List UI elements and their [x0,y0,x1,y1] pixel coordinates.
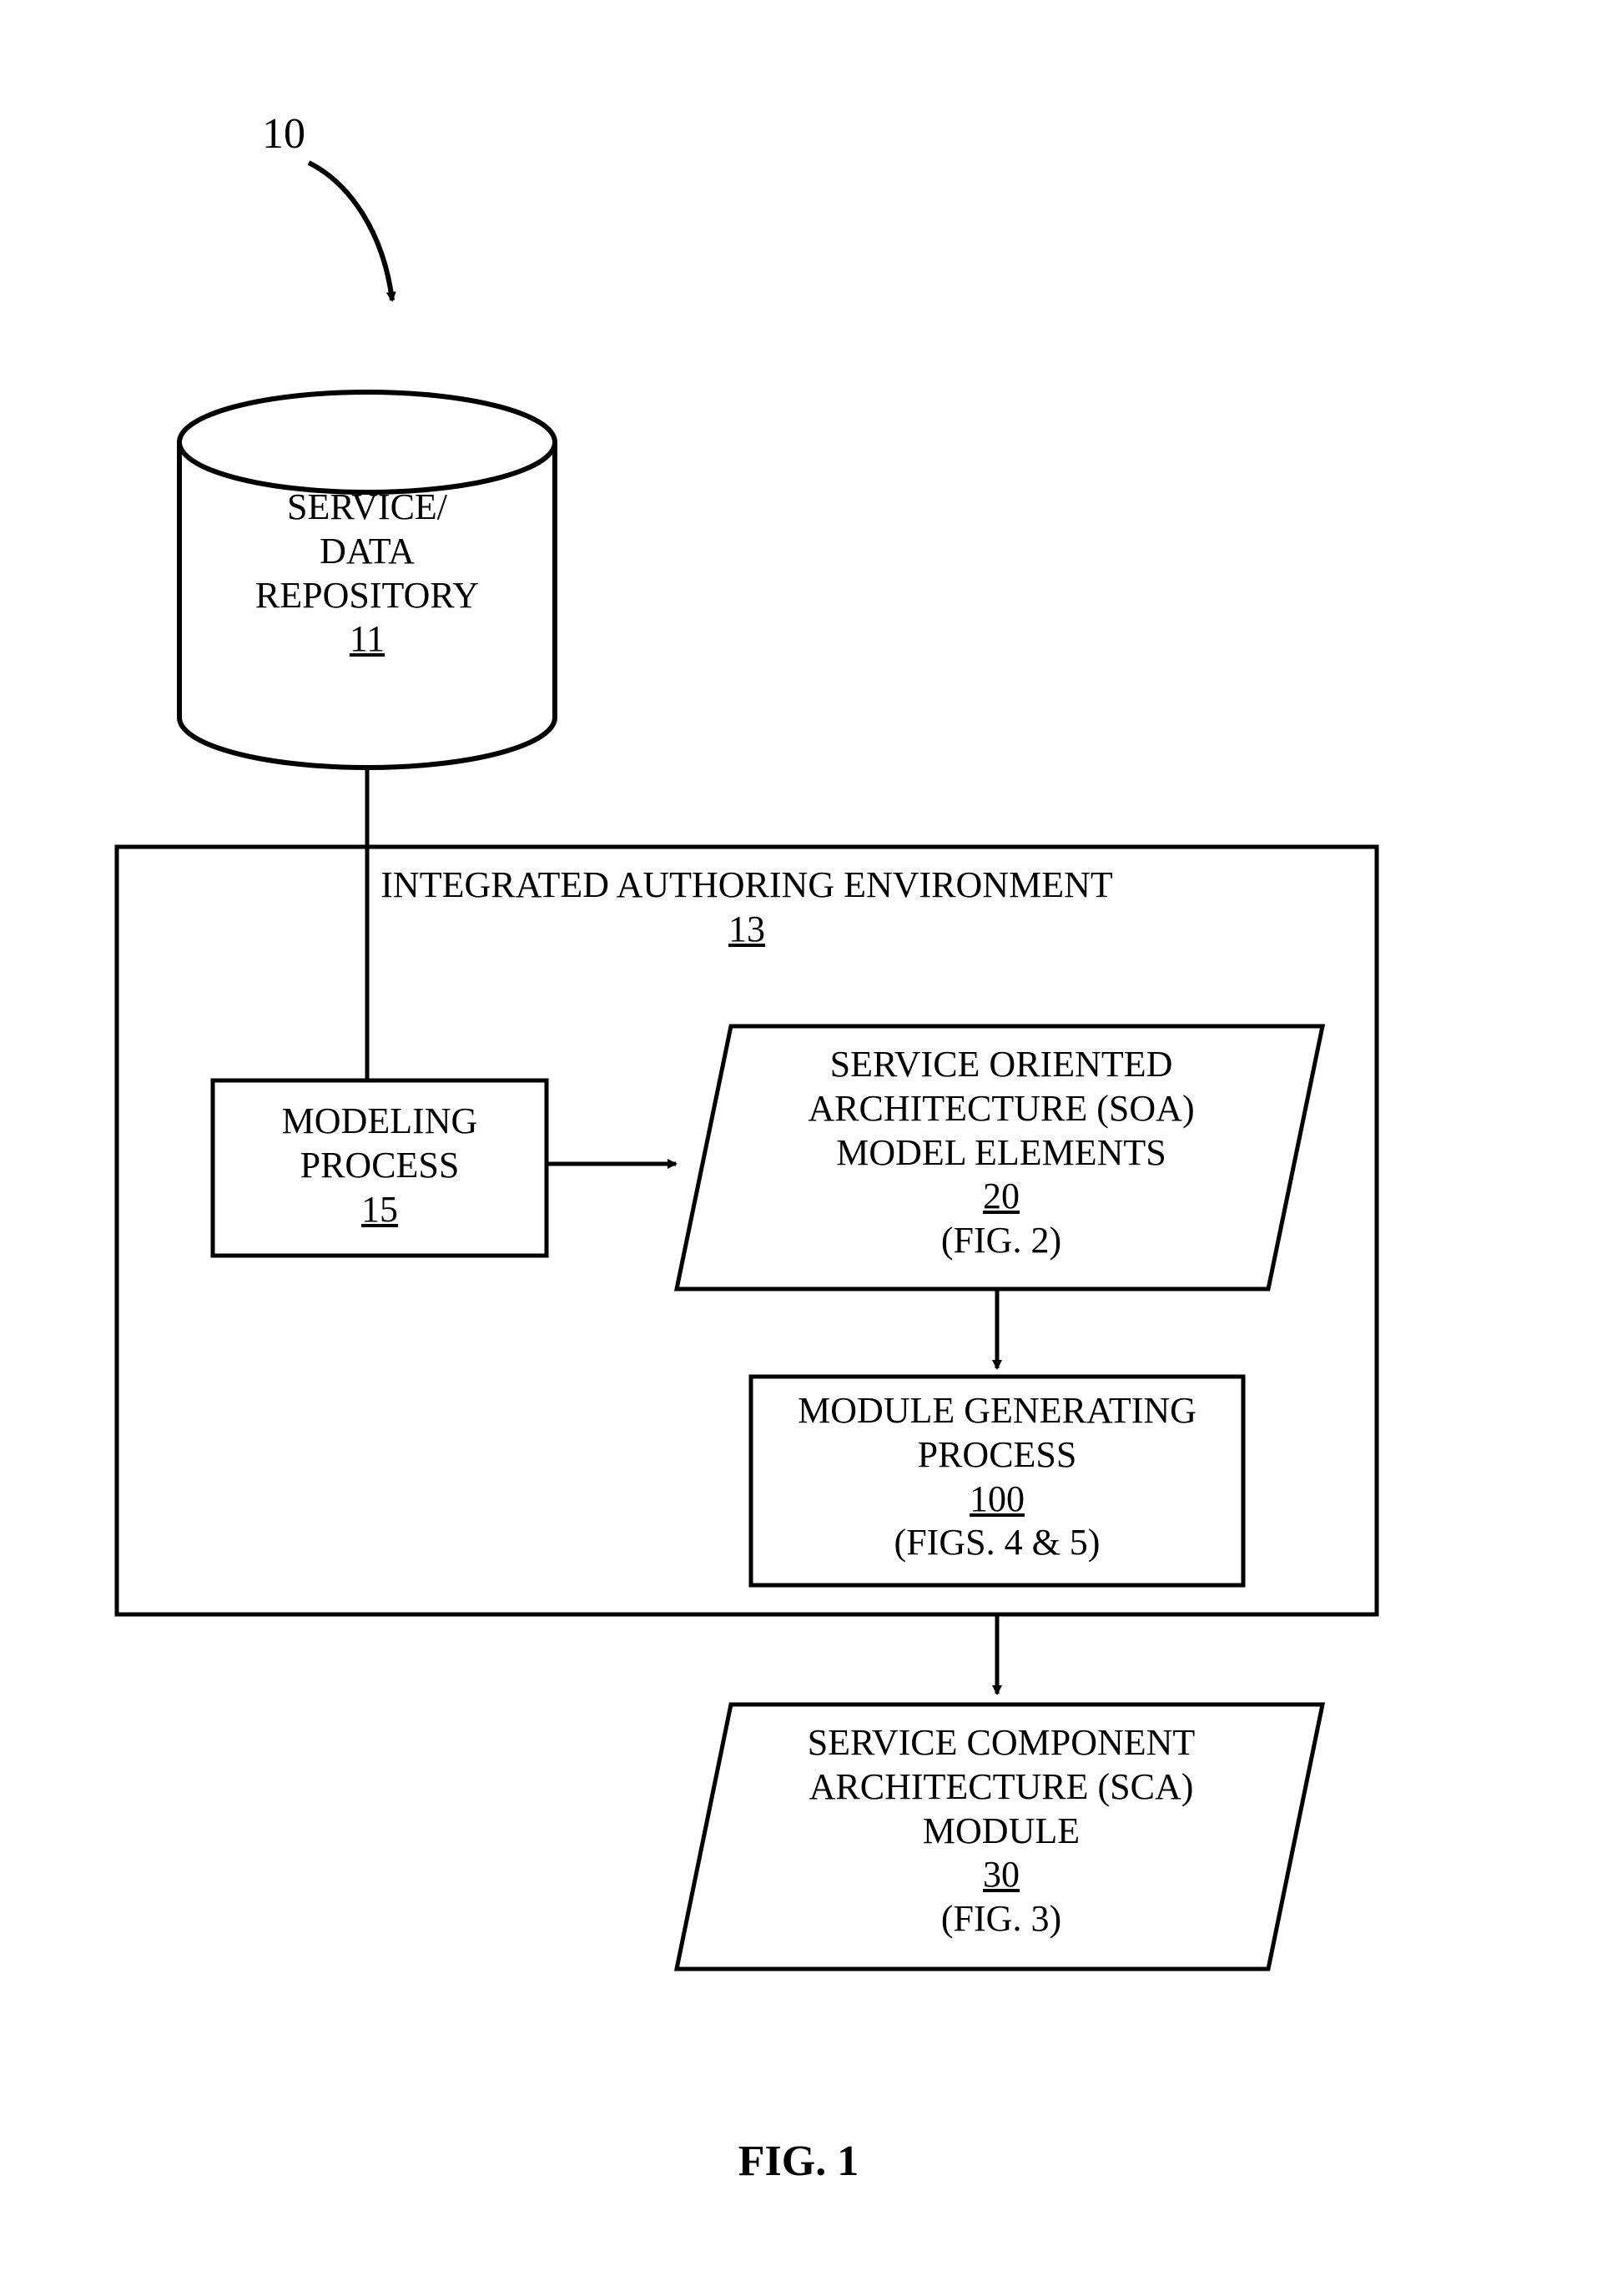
repository-cylinder-bottom [179,718,555,768]
modgen-note: (FIGS. 4 & 5) [751,1521,1243,1565]
modgen-ref: 100 [751,1478,1243,1522]
sca-ref: 30 [709,1853,1293,1897]
env-ref: 13 [117,908,1377,952]
figure-caption: FIG. 1 [0,2136,1597,2188]
modgen-label: MODULE GENERATING PROCESS 100 (FIGS. 4 &… [751,1389,1243,1565]
soa-note: (FIG. 2) [709,1219,1293,1263]
pointer-arrow [309,163,392,300]
sca-note: (FIG. 3) [709,1897,1293,1941]
repository-label: SERVICE/ DATA REPOSITORY 11 [179,486,555,662]
modeling-line2: PROCESS [213,1144,547,1188]
repository-line1: SERVICE/ [179,486,555,530]
repository-line2: DATA [179,530,555,574]
modgen-line1: MODULE GENERATING [751,1389,1243,1433]
sca-label: SERVICE COMPONENT ARCHITECTURE (SCA) MOD… [709,1721,1293,1941]
soa-line1: SERVICE ORIENTED [709,1043,1293,1087]
repository-line3: REPOSITORY [179,574,555,618]
soa-line3: MODEL ELEMENTS [709,1131,1293,1176]
soa-label: SERVICE ORIENTED ARCHITECTURE (SOA) MODE… [709,1043,1293,1263]
sca-line3: MODULE [709,1810,1293,1854]
repository-cylinder-top [179,392,555,492]
repository-ref: 11 [179,617,555,662]
modeling-ref: 15 [213,1188,547,1232]
modgen-line2: PROCESS [751,1433,1243,1478]
env-label: INTEGRATED AUTHORING ENVIRONMENT 13 [117,864,1377,952]
pointer-number: 10 [250,108,317,160]
sca-line1: SERVICE COMPONENT [709,1721,1293,1765]
env-title: INTEGRATED AUTHORING ENVIRONMENT [117,864,1377,908]
modeling-line1: MODELING [213,1100,547,1144]
modeling-label: MODELING PROCESS 15 [213,1100,547,1231]
sca-line2: ARCHITECTURE (SCA) [709,1765,1293,1810]
diagram-canvas: 10 SERVICE/ DATA REPOSITORY 11 INTEGRATE… [0,0,1597,2296]
soa-line2: ARCHITECTURE (SOA) [709,1087,1293,1131]
soa-ref: 20 [709,1175,1293,1219]
